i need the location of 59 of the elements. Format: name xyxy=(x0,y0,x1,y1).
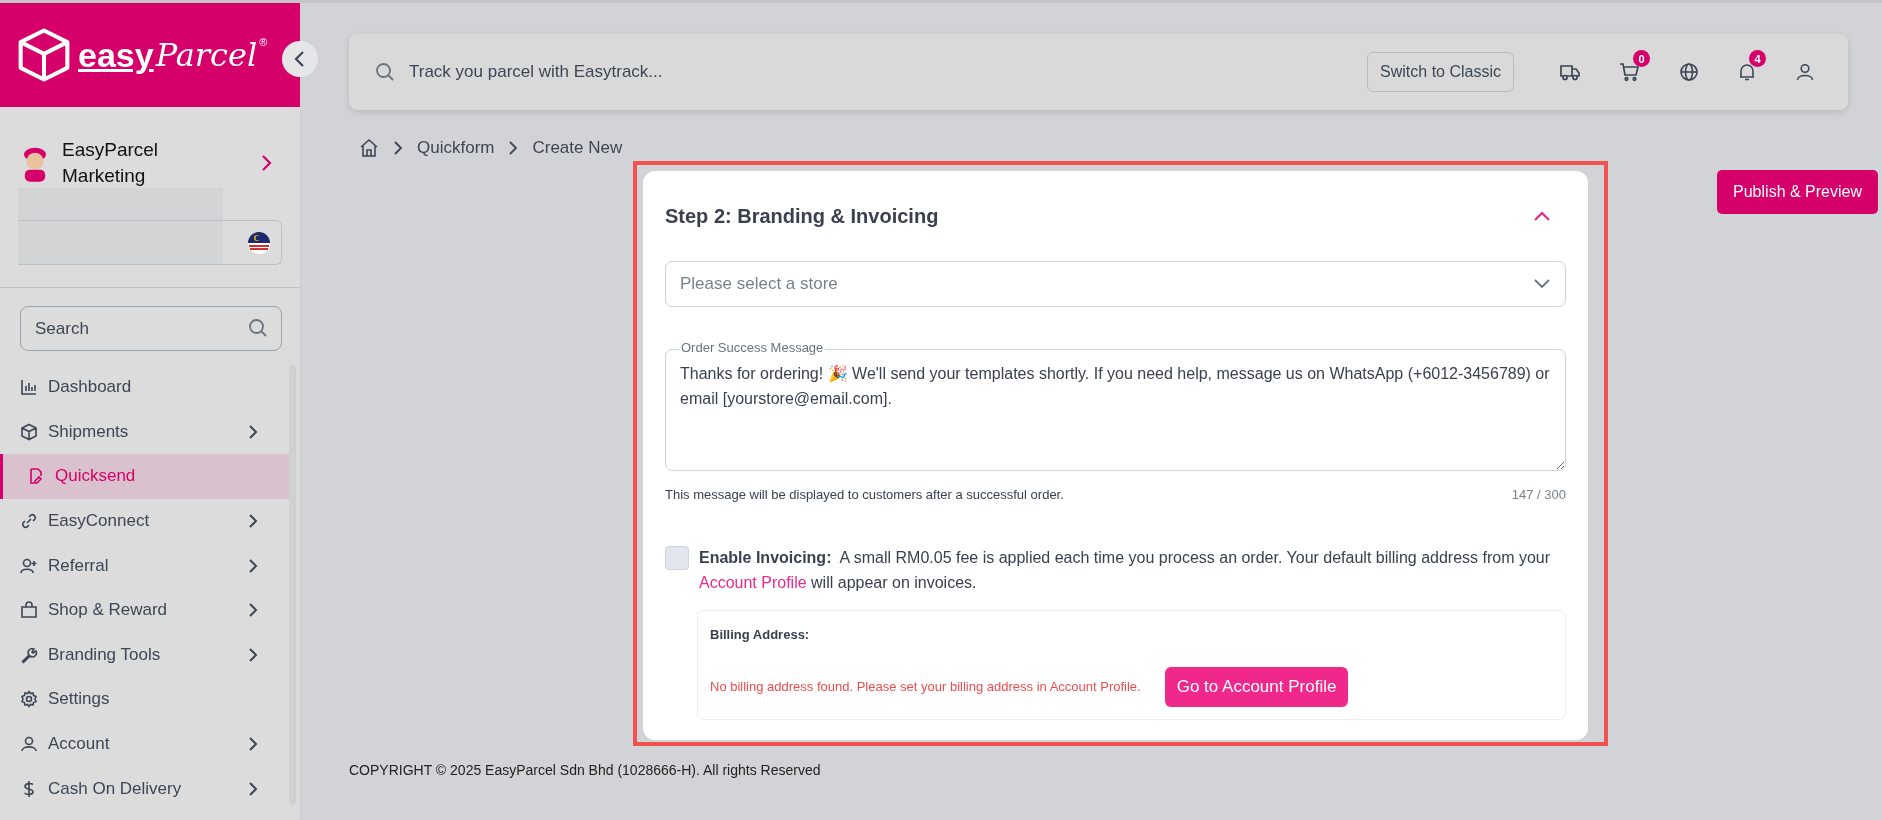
sidebar-item[interactable]: Shop & Reward xyxy=(0,587,290,633)
switch-classic-button[interactable]: Switch to Classic xyxy=(1367,52,1514,92)
search-icon xyxy=(375,62,395,82)
chart-icon xyxy=(20,378,38,397)
user-icon xyxy=(20,735,38,754)
box-icon xyxy=(20,422,38,441)
user-icon[interactable] xyxy=(1795,62,1815,82)
track-field[interactable]: Track you parcel with Easytrack... xyxy=(407,61,1356,83)
copyright-text: COPYRIGHT © 2025 EasyParcel Sdn Bhd (1028666-H). All rights Reserved xyxy=(349,761,822,778)
breadcrumb-link[interactable]: Quickform xyxy=(417,138,495,158)
gear-icon xyxy=(20,690,38,709)
cart-icon[interactable] xyxy=(1619,62,1641,82)
bell-icon[interactable] xyxy=(1737,62,1757,82)
sidebar-item[interactable]: Dashboard xyxy=(0,365,290,410)
scrollbar[interactable] xyxy=(289,365,296,805)
sidebar-item[interactable]: Settings xyxy=(0,677,290,722)
chevron-right-icon xyxy=(508,140,519,156)
search-field[interactable]: Search xyxy=(20,306,282,351)
publish-preview-button[interactable]: Publish & Preview xyxy=(1717,170,1878,214)
globe-icon[interactable] xyxy=(1679,62,1699,82)
chevron-right-icon xyxy=(393,140,403,156)
home-icon[interactable] xyxy=(359,138,379,158)
chevron-down-icon xyxy=(1533,278,1551,290)
notification-count-badge: 4 xyxy=(1749,50,1766,67)
sidebar-item[interactable]: Shipments xyxy=(0,409,290,455)
breadcrumb-link[interactable]: Create New xyxy=(532,138,623,158)
chevron-right-icon[interactable] xyxy=(260,153,272,172)
account-selector[interactable] xyxy=(18,220,282,265)
invoicing-note: Enable Invoicing: A small RM0.05 fee is applied each time you process an order. Your default billing address from your Account Profile will appear on invoices. xyxy=(699,548,1552,593)
cube-logo-icon xyxy=(16,27,72,83)
collapse-button[interactable] xyxy=(282,41,318,77)
edit-icon xyxy=(27,467,45,486)
store-select[interactable]: Please select a store xyxy=(665,261,1566,307)
sidebar-item[interactable]: Referral xyxy=(0,543,290,588)
collapse-chevron-icon[interactable] xyxy=(1532,209,1552,223)
sidebar-item[interactable]: Cash On Delivery xyxy=(0,766,290,811)
error-message: No billing address found. Please set your billing address in Account Profile. xyxy=(710,679,1141,695)
account-profile-link[interactable]: Account Profile xyxy=(699,573,807,591)
sidebar-item[interactable]: Branding Tools xyxy=(0,632,290,678)
cart-count-badge: 0 xyxy=(1633,50,1650,67)
wrench-icon xyxy=(20,645,38,664)
field-label: Order Success Message xyxy=(679,340,826,355)
field-hint: This message will be displayed to customers after a successful order. xyxy=(665,487,1064,502)
account-name: EasyParcel Marketing xyxy=(62,137,160,188)
billing-title: Billing Address: xyxy=(710,626,810,642)
search-icon xyxy=(248,318,268,338)
user-plus-icon xyxy=(20,556,38,575)
sidebar-item[interactable]: EasyConnect xyxy=(0,498,290,544)
chevron-left-icon xyxy=(293,50,307,68)
card-title: Step 2: Branding & Invoicing xyxy=(665,204,939,228)
character-counter: 147 / 300 xyxy=(1511,487,1566,502)
sidebar-item[interactable]: Account xyxy=(0,721,290,767)
account-profile-button[interactable]: Go to Account Profile xyxy=(1164,666,1349,707)
truck-icon[interactable] xyxy=(1559,62,1581,82)
logo-text: easyParcel$^{®}$ xyxy=(78,35,268,75)
flag-icon xyxy=(247,230,271,255)
link-icon xyxy=(20,512,38,531)
bag-icon xyxy=(20,601,38,620)
invoicing-checkbox[interactable] xyxy=(665,546,689,570)
